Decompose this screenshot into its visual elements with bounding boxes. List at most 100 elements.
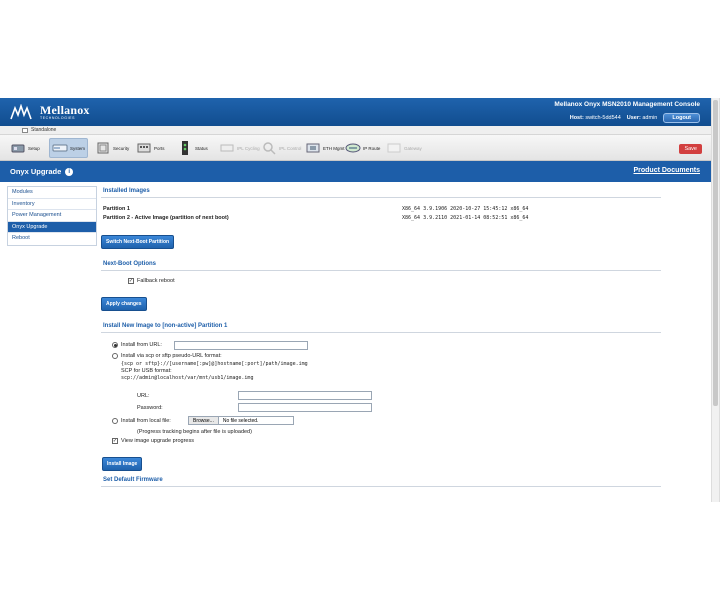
apply-changes-button[interactable]: Apply changes [101,297,147,311]
install-new-image-title: Install New Image to [non-active] Partit… [101,321,661,333]
no-file-text: No file selected. [222,417,259,424]
file-picker[interactable]: Browse... No file selected. [188,416,294,425]
toolbar-eth-mgmt[interactable]: ETH Mgmt [303,138,347,158]
install-url-label: Install from URL: [121,342,162,348]
sidebar-item-inventory[interactable]: Inventory [8,199,96,210]
image-row: Partition 2 - Active Image (partition of… [101,215,661,224]
scp-url-input[interactable] [238,391,372,400]
management-console: Mellanox TECHNOLOGIES Mellanox Onyx MSN2… [0,98,720,502]
toolbar-ipl-cycling: IPL Cycling [217,138,262,158]
standalone-icon [22,127,28,133]
scrollbar-thumb[interactable] [713,100,718,406]
toolbar-setup[interactable]: Setup [8,138,42,158]
page-title: Onyx Upgrade i [10,167,74,176]
toolbar-label: ETH Mgmt [323,145,345,151]
page-scrollbar[interactable] [711,98,719,502]
install-form: Install from URL: Install via scp or sft… [101,333,661,471]
partition-name: Partition 1 [103,206,130,212]
toolbar-label: Status [195,145,208,151]
console-title: Mellanox Onyx MSN2010 Management Console [554,101,700,108]
next-boot-options-title: Next-Boot Options [101,259,661,271]
save-button[interactable]: Save [679,144,702,154]
install-scp-radio[interactable] [112,353,118,359]
setup-icon [10,140,26,156]
product-documents-link[interactable]: Product Documents [633,167,700,174]
mode-bar: Standalone [0,126,712,135]
page-title-text: Onyx Upgrade [10,167,62,176]
toolbar-label: IPL Cycling [237,145,260,151]
security-icon [95,140,111,156]
sidebar-item-power-management[interactable]: Power Management [8,210,96,222]
toolbar-ports[interactable]: Ports [134,138,167,158]
toolbar-label: IP Route [363,145,381,151]
toolbar-label: Gateway [404,145,422,151]
toolbar-ipl-control: IPL Control [259,138,303,158]
header-bar: Mellanox TECHNOLOGIES Mellanox Onyx MSN2… [0,98,712,126]
host-label: Host: [569,115,584,121]
toolbar-label: Ports [154,145,165,151]
toolbar-security[interactable]: Security [93,138,131,158]
ipl-control-icon [261,140,277,156]
scp-url-label: URL: [137,393,150,399]
sidebar-item-onyx-upgrade[interactable]: Onyx Upgrade [8,221,96,233]
toolbar-status[interactable]: Status [175,138,210,158]
install-scp-label: Install via scp or sftp pseudo-URL forma… [121,353,222,359]
mode-indicator[interactable]: Standalone [22,127,56,133]
info-icon[interactable]: i [65,167,74,176]
logout-button[interactable]: Logout [663,113,700,123]
brand-name: Mellanox [40,102,90,117]
view-progress-label: View image upgrade progress [121,438,194,444]
switch-next-boot-button[interactable]: Switch Next-Boot Partition [101,235,175,249]
usb-format-label: SCP for USB format: [121,368,172,374]
scp-password-label: Password: [137,405,163,411]
progress-note: (Progress tracking begins after file is … [137,429,252,435]
image-row: Partition 1 X86_64 3.9.1906 2020-10-27 1… [101,206,661,215]
page-title-band: Onyx Upgrade i Product Documents [0,161,712,182]
toolbar-label: Setup [28,145,40,151]
sidebar: Modules Inventory Power Management Onyx … [7,186,97,246]
status-icon [177,140,193,156]
scp-format: {scp or sftp}://[username[:pw]@]hostname… [121,361,308,367]
fallback-reboot-checkbox[interactable]: ✓ [128,278,134,284]
toolbar-label: Security [113,145,130,151]
user-label: User: [626,115,641,121]
partition-name: Partition 2 - Active Image (partition of… [103,215,229,221]
main-toolbar: Setup System Security Ports Status IPL C… [0,135,712,161]
toolbar-label: System [70,145,86,151]
usb-format: scp://admin@localhost/var/mnt/usb1/image… [121,375,254,381]
install-url-option: Install from URL: [112,342,162,348]
install-url-input[interactable] [174,341,308,350]
mellanox-logo: Mellanox TECHNOLOGIES [10,103,90,121]
toolbar-gateway: Gateway [384,138,424,158]
system-icon [52,140,68,156]
installed-images-title: Installed Images [101,186,661,198]
partition-version: X86_64 3.9.1906 2020-10-27 15:45:12 x86_… [402,206,529,212]
gateway-icon [386,140,402,156]
install-url-radio[interactable] [112,342,118,348]
fallback-reboot-label: Fallback reboot [137,278,175,284]
ports-icon [136,140,152,156]
ip-route-icon [345,140,361,156]
session-info: Host: switch-5dd544 User: admin Logout [570,113,700,123]
main-content: Installed Images Partition 1 X86_64 3.9.… [101,186,661,487]
toolbar-ip-route[interactable]: IP Route [343,138,382,158]
view-progress-row: ✓ View image upgrade progress [112,438,194,444]
user-value: admin [642,115,658,121]
view-progress-checkbox[interactable]: ✓ [112,438,118,444]
sidebar-item-modules[interactable]: Modules [8,187,96,199]
mellanox-logo-mark-icon [10,104,40,120]
scp-password-input[interactable] [238,403,372,412]
browse-button[interactable]: Browse... [189,417,219,424]
install-image-button[interactable]: Install Image [102,457,143,471]
partition-version: X86_64 3.9.2110 2021-01-14 08:52:51 x86_… [402,215,529,221]
install-local-label: Install from local file: [121,418,171,424]
eth-mgmt-icon [305,140,321,156]
host-value: switch-5dd544 [585,115,621,121]
install-scp-option: Install via scp or sftp pseudo-URL forma… [112,353,222,359]
mode-label: Standalone [31,127,57,133]
ipl-icon [219,140,235,156]
toolbar-system[interactable]: System [49,138,89,158]
install-local-option: Install from local file: [112,418,171,424]
install-local-radio[interactable] [112,418,118,424]
sidebar-item-reboot[interactable]: Reboot [8,233,96,245]
